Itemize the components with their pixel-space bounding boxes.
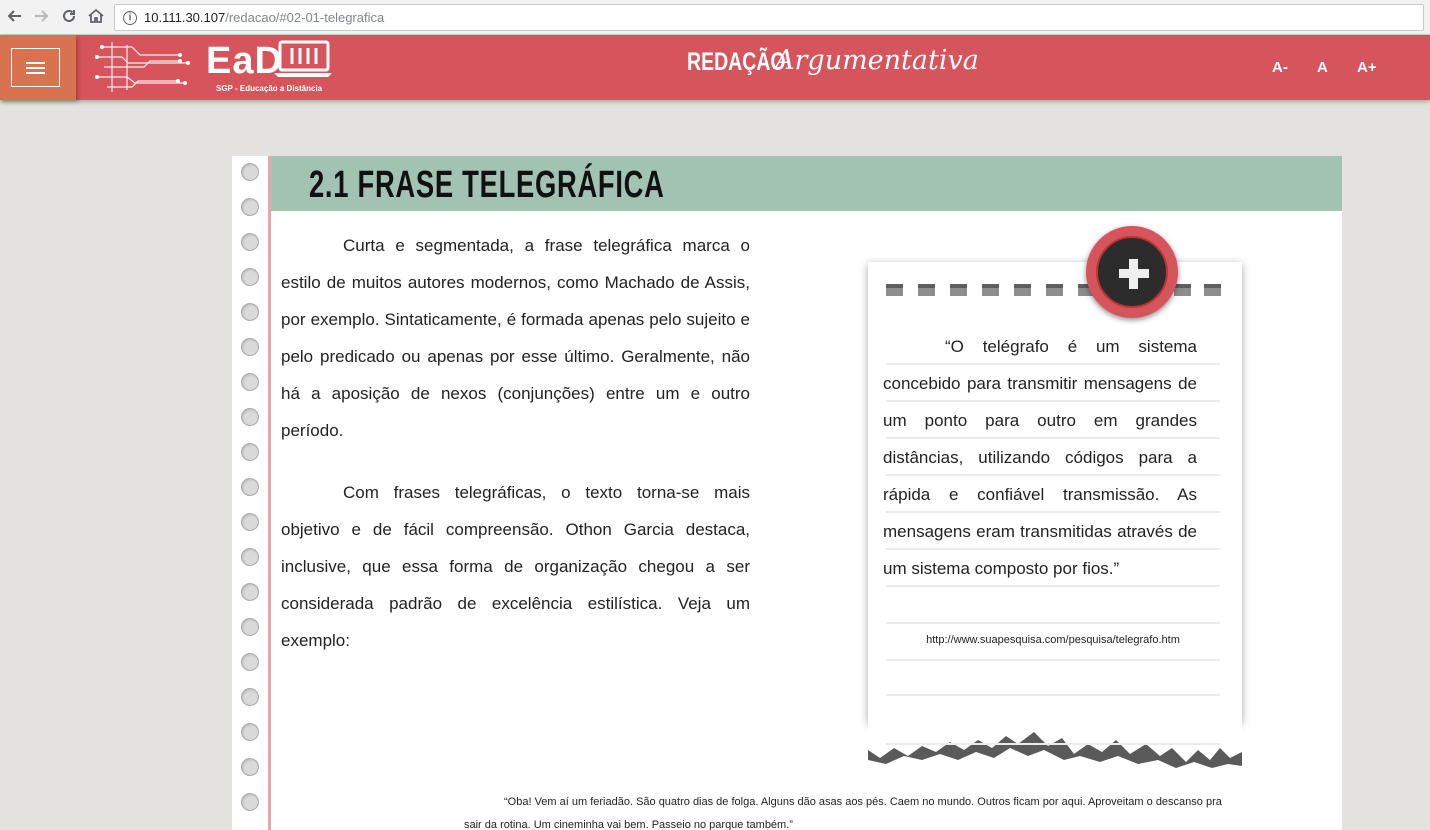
notebook-holes <box>232 156 268 830</box>
notebook-hole <box>241 373 259 391</box>
notebook-hole <box>241 688 259 706</box>
torn-edge <box>868 710 1242 768</box>
note-source-link: http://www.suapesquisa.com/pesquisa/tele… <box>926 634 1180 646</box>
margin-line <box>268 156 271 830</box>
notebook-hole <box>241 478 259 496</box>
hamburger-icon <box>11 48 60 87</box>
content-page: 2.1 FRASE TELEGRÁFICA Curta e segmentada… <box>232 156 1342 830</box>
notebook-hole <box>241 443 259 461</box>
font-decrease-button[interactable]: A- <box>1272 59 1288 76</box>
notebook-hole <box>241 758 259 776</box>
laptop-icon <box>274 40 332 77</box>
notebook-hole <box>241 583 259 601</box>
section-header: 2.1 FRASE TELEGRÁFICA <box>271 156 1342 211</box>
font-increase-button[interactable]: A+ <box>1357 59 1377 76</box>
notebook-hole <box>241 233 259 251</box>
section-title: 2.1 FRASE TELEGRÁFICA <box>309 164 665 206</box>
address-bar[interactable]: i 10.111.30.107/redacao/#02-01-telegrafi… <box>114 4 1424 31</box>
plus-icon[interactable] <box>1086 226 1178 318</box>
ead-logo: EaD SGP - Educação a Distância <box>92 37 337 99</box>
menu-button[interactable] <box>0 35 76 100</box>
app-title: REDAÇÃO Argumentativa <box>687 45 979 76</box>
info-icon[interactable]: i <box>123 11 137 25</box>
browser-toolbar: i 10.111.30.107/redacao/#02-01-telegrafi… <box>0 0 1430 35</box>
notebook-hole <box>241 408 259 426</box>
notebook-hole <box>241 513 259 531</box>
app-header: EaD SGP - Educação a Distância REDAÇÃO A… <box>0 35 1430 100</box>
notebook-hole <box>241 653 259 671</box>
quote-note-card: “O telégrafo é um sistema concebido para… <box>868 226 1242 768</box>
paragraph-2: Com frases telegráficas, o texto torna-s… <box>281 483 750 650</box>
forward-icon[interactable] <box>30 6 52 28</box>
reload-icon[interactable] <box>58 6 80 28</box>
notebook-hole <box>241 303 259 321</box>
font-reset-button[interactable]: A <box>1317 59 1328 76</box>
circuit-icon <box>95 42 190 92</box>
notebook-hole <box>241 268 259 286</box>
notebook-hole <box>241 548 259 566</box>
notebook-hole <box>241 723 259 741</box>
back-icon[interactable] <box>4 6 26 28</box>
notebook-hole <box>241 793 259 811</box>
url-text: 10.111.30.107/redacao/#02-01-telegrafica <box>144 10 385 25</box>
notebook-hole <box>241 198 259 216</box>
notebook-hole <box>241 618 259 636</box>
note-quote: “O telégrafo é um sistema concebido para… <box>883 337 1197 578</box>
notebook-hole <box>241 338 259 356</box>
example-quote: “Oba! Vem aí um feriadão. São quatro dia… <box>464 796 1222 830</box>
paragraph-1: Curta e segmentada, a frase telegráfica … <box>281 236 750 440</box>
home-icon[interactable] <box>85 6 107 28</box>
notebook-hole <box>241 163 259 181</box>
